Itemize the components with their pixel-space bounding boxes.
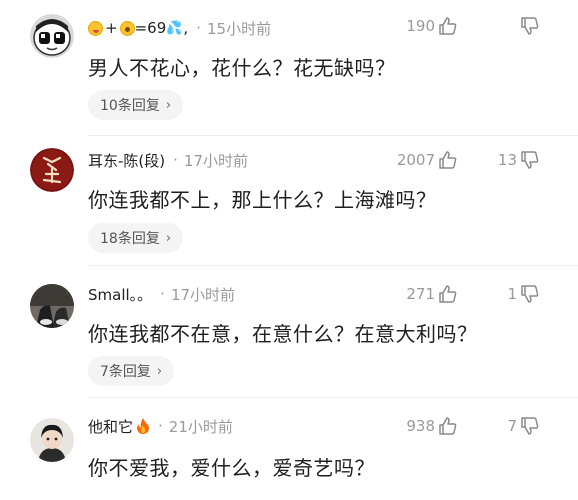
avatar[interactable]	[30, 418, 74, 462]
username-text: =69	[134, 19, 167, 37]
comment-time: 17小时前	[170, 285, 236, 304]
comment-time: 21小时前	[168, 417, 233, 436]
username[interactable]: 他和它	[88, 416, 133, 437]
surprised-emoji-icon	[119, 20, 135, 36]
like-count: 2007	[396, 151, 435, 169]
username-separator: ,	[183, 19, 189, 37]
comment-header: + =69 💦 , · 15小时前	[88, 16, 271, 40]
plus-glyph: +	[105, 19, 118, 37]
calligraphy-avatar-icon	[30, 148, 74, 192]
separator-dot: ·	[173, 151, 178, 169]
thumbs-down-icon	[521, 417, 539, 435]
like-count: 190	[406, 17, 435, 35]
thumbs-up-icon	[439, 285, 457, 303]
chevron-right-icon: ›	[156, 363, 163, 379]
like-button[interactable]: 271	[406, 282, 458, 306]
comment-time: 17小时前	[183, 151, 248, 170]
avatar[interactable]	[30, 14, 74, 58]
thumbs-down-icon	[521, 151, 539, 169]
divider	[88, 265, 578, 266]
comment-header: 他和它 · 21小时前	[88, 414, 233, 438]
photo-avatar-icon	[30, 418, 74, 462]
smiley-emoji-icon	[88, 20, 103, 36]
comment-text: 男人不花心，花什么？花无缺吗？	[88, 56, 396, 80]
view-replies-button[interactable]: 10条回复 ›	[88, 90, 184, 120]
comment-header: Small。。 · 17小时前	[88, 282, 235, 306]
thumbs-down-icon	[521, 17, 539, 35]
cartoon-avatar-icon	[30, 14, 74, 58]
comment-text: 你不爱我，爱什么，爱奇艺吗？	[88, 456, 375, 480]
comment-text: 你连我都不在意，在意什么？在意大利吗？	[88, 322, 478, 346]
dislike-button[interactable]: 13	[498, 148, 540, 172]
username[interactable]: + =69 💦 ,	[88, 19, 188, 37]
like-button[interactable]: 190	[406, 14, 458, 38]
like-count: 271	[406, 285, 435, 303]
dislike-button[interactable]	[517, 14, 540, 38]
thumbs-up-icon	[439, 417, 457, 435]
dislike-count: 13	[497, 151, 517, 169]
chevron-right-icon: ›	[165, 230, 172, 246]
like-count: 938	[406, 417, 435, 435]
reply-count: 7条回复	[100, 364, 151, 380]
thumbs-down-icon	[521, 285, 539, 303]
photo-avatar-icon	[30, 284, 74, 328]
dislike-count: 1	[507, 285, 517, 303]
divider	[88, 397, 578, 398]
comment-text: 你连我都不上，那上什么？上海滩吗？	[88, 188, 437, 212]
view-replies-button[interactable]: 7条回复 ›	[88, 356, 175, 386]
thumbs-up-icon	[439, 17, 457, 35]
avatar[interactable]	[30, 284, 74, 328]
fire-icon	[137, 418, 150, 434]
comment-header: 耳东-陈(段) · 17小时前	[88, 148, 248, 172]
like-button[interactable]: 938	[406, 414, 458, 438]
username[interactable]: 耳东-陈(段)	[88, 150, 165, 171]
reply-count: 10条回复	[100, 98, 160, 114]
reply-count: 18条回复	[100, 231, 160, 247]
thumbs-up-icon	[439, 151, 457, 169]
sweat-drops-icon: 💦	[166, 20, 183, 36]
divider	[88, 135, 578, 136]
comment-time: 15小时前	[206, 19, 272, 38]
separator-dot: ·	[160, 285, 165, 303]
avatar[interactable]	[30, 148, 74, 192]
view-replies-button[interactable]: 18条回复 ›	[88, 223, 184, 253]
dislike-button[interactable]: 1	[507, 282, 540, 306]
like-button[interactable]: 2007	[397, 148, 458, 172]
dislike-count: 7	[507, 417, 517, 435]
separator-dot: ·	[158, 417, 163, 435]
dislike-button[interactable]: 7	[507, 414, 540, 438]
username[interactable]: Small。。	[88, 284, 152, 305]
chevron-right-icon: ›	[165, 97, 172, 113]
separator-dot: ·	[196, 19, 201, 37]
